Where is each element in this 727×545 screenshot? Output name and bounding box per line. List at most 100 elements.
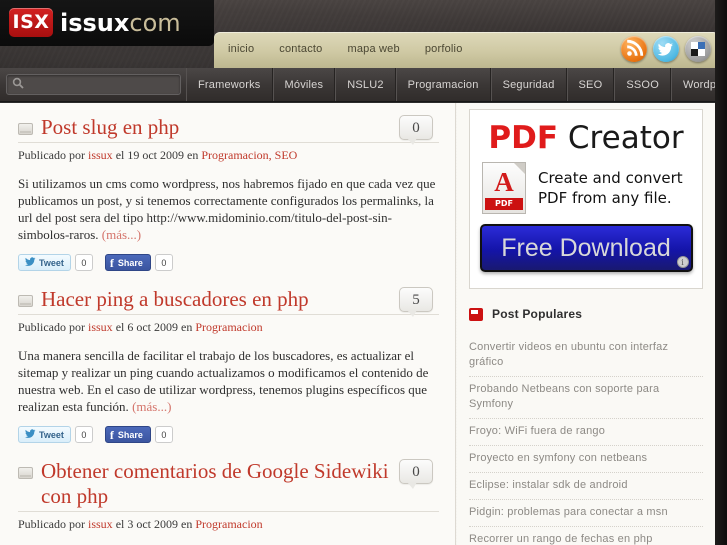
meta-mid: el 6 oct 2009 en <box>112 320 196 334</box>
comment-count-badge[interactable]: 0 <box>399 459 437 491</box>
search-icon <box>7 76 29 94</box>
pdf-creator-ad[interactable]: PDF Creator A PDF Create and convert PDF… <box>469 109 703 289</box>
post-author-link[interactable]: issux <box>88 320 113 334</box>
twitter-icon[interactable] <box>653 36 679 62</box>
post-item: 5 Hacer ping a buscadores en php Publica… <box>18 287 439 443</box>
popular-post-link[interactable]: Eclipse: instalar sdk de android <box>469 478 703 493</box>
read-more-link[interactable]: (más...) <box>132 399 171 414</box>
post-title-link[interactable]: Obtener comentarios de Google Sidewiki c… <box>41 459 389 509</box>
popular-post-link[interactable]: Pidgin: problemas para conectar a msn <box>469 505 703 520</box>
browser-page: ISX issuxcom inicio contacto mapa web porfo… <box>0 0 727 545</box>
share-label: Share <box>117 429 143 440</box>
rss-icon[interactable] <box>621 36 647 62</box>
logo-tld: com <box>129 9 181 37</box>
pdf-icon-tag: PDF <box>485 198 523 210</box>
nav-item-mapa-web[interactable]: mapa web <box>347 43 399 55</box>
post-item: 0 Obtener comentarios de Google Sidewiki… <box>18 459 439 545</box>
facebook-icon: f <box>109 427 114 442</box>
popular-post-link[interactable]: Recorrer un rango de fechas en php <box>469 532 703 545</box>
meta-prefix: Publicado por <box>18 320 88 334</box>
post-header: Hacer ping a buscadores en php <box>18 287 439 315</box>
tweet-count: 0 <box>74 426 93 443</box>
pdf-icon-letter: A <box>494 167 514 197</box>
popular-posts-widget: Post Populares Convertir videos en ubunt… <box>469 307 703 545</box>
post-author-link[interactable]: issux <box>88 517 113 531</box>
category-seguridad[interactable]: Seguridad <box>490 68 567 101</box>
post-title-link[interactable]: Hacer ping a buscadores en php <box>41 287 309 312</box>
logo-plate: ISX issuxcom <box>0 0 214 46</box>
logo-badge-text: ISX <box>12 11 50 33</box>
category-links: Frameworks Móviles NSLU2 Programacion Se… <box>186 68 727 101</box>
site-header: ISX issuxcom inicio contacto mapa web porfo… <box>0 0 727 68</box>
nav-item-contacto[interactable]: contacto <box>279 43 322 55</box>
share-label: Share <box>117 257 143 268</box>
ad-title-black: Creator <box>558 120 684 156</box>
ad-body: A PDF Create and convert PDF from any fi… <box>482 162 702 214</box>
site-logo-text[interactable]: issuxcom <box>60 9 181 37</box>
comment-count-badge[interactable]: 0 <box>399 115 437 147</box>
post-categories-link[interactable]: Programacion, SEO <box>201 148 297 162</box>
category-seo[interactable]: SEO <box>566 68 615 101</box>
logo-name: issux <box>60 9 130 37</box>
page-content: 0 Post slug en php Publicado por issux e… <box>0 103 715 545</box>
post-type-icon <box>18 295 33 307</box>
post-author-link[interactable]: issux <box>88 148 113 162</box>
post-list: 0 Post slug en php Publicado por issux e… <box>0 103 456 545</box>
top-navigation: inicio contacto mapa web porfolio <box>214 32 719 68</box>
widget-title: Post Populares <box>492 307 583 321</box>
logo-badge[interactable]: ISX <box>9 8 53 37</box>
pdf-file-icon: A PDF <box>482 162 526 214</box>
ad-tagline-line2: PDF from any file. <box>538 189 672 207</box>
popular-post-link[interactable]: Probando Netbeans con soporte para Symfo… <box>469 382 703 412</box>
comment-count: 0 <box>399 115 433 145</box>
popular-post-link[interactable]: Froyo: WiFi fuera de rango <box>469 424 703 439</box>
post-title-link[interactable]: Post slug en php <box>41 115 179 140</box>
comment-count-badge[interactable]: 5 <box>399 287 437 319</box>
category-moviles[interactable]: Móviles <box>272 68 336 101</box>
list-item[interactable]: Proyecto en symfony con netbeans <box>469 446 703 473</box>
post-categories-link[interactable]: Programacion <box>195 320 262 334</box>
category-frameworks[interactable]: Frameworks <box>186 68 273 101</box>
share-buttons: Tweet 0 f Share 0 <box>18 254 439 271</box>
tweet-button[interactable]: Tweet <box>18 254 71 271</box>
category-programacion[interactable]: Programacion <box>395 68 491 101</box>
post-meta: Publicado por issux el 6 oct 2009 en Pro… <box>18 320 439 335</box>
list-item[interactable]: Eclipse: instalar sdk de android <box>469 473 703 500</box>
category-ssoo[interactable]: SSOO <box>614 68 671 101</box>
tweet-label: Tweet <box>39 429 64 440</box>
sidebar: PDF Creator A PDF Create and convert PDF… <box>457 103 715 545</box>
search-input[interactable] <box>29 75 180 94</box>
list-item[interactable]: Froyo: WiFi fuera de rango <box>469 419 703 446</box>
facebook-share-button[interactable]: f Share <box>104 254 151 271</box>
free-download-button[interactable]: Free Download i <box>479 224 693 272</box>
ad-tagline-line1: Create and convert <box>538 169 683 187</box>
post-excerpt-text: Si utilizamos un cms como wordpress, nos… <box>18 176 436 242</box>
page-right-edge <box>715 0 727 545</box>
popular-post-link[interactable]: Proyecto en symfony con netbeans <box>469 451 703 466</box>
tweet-button[interactable]: Tweet <box>18 426 71 443</box>
list-item[interactable]: Probando Netbeans con soporte para Symfo… <box>469 377 703 419</box>
read-more-link[interactable]: (más...) <box>102 227 141 242</box>
share-buttons: Tweet 0 f Share 0 <box>18 426 439 443</box>
category-nslu2[interactable]: NSLU2 <box>335 68 396 101</box>
ad-choices-icon[interactable]: i <box>676 256 689 268</box>
nav-item-porfolio[interactable]: porfolio <box>425 43 463 55</box>
list-item[interactable]: Pidgin: problemas para conectar a msn <box>469 500 703 527</box>
facebook-share-button[interactable]: f Share <box>104 426 151 443</box>
delicious-icon[interactable] <box>685 36 711 62</box>
popular-post-link[interactable]: Convertir videos en ubuntu con interfaz … <box>469 340 703 370</box>
share-count: 0 <box>154 426 173 443</box>
list-item[interactable]: Convertir videos en ubuntu con interfaz … <box>469 335 703 377</box>
widget-header: Post Populares <box>469 307 703 321</box>
post-categories-link[interactable]: Programacion <box>195 517 262 531</box>
nav-item-inicio[interactable]: inicio <box>228 43 254 55</box>
search-box[interactable] <box>6 74 181 95</box>
meta-mid: el 3 oct 2009 en <box>112 517 196 531</box>
twitter-bird-icon <box>25 429 36 440</box>
list-item[interactable]: Recorrer un rango de fechas en php <box>469 527 703 545</box>
ad-tagline: Create and convert PDF from any file. <box>538 168 683 208</box>
meta-prefix: Publicado por <box>18 148 88 162</box>
tweet-count: 0 <box>74 254 93 271</box>
comment-count: 5 <box>399 287 433 317</box>
post-item: 0 Post slug en php Publicado por issux e… <box>18 115 439 271</box>
